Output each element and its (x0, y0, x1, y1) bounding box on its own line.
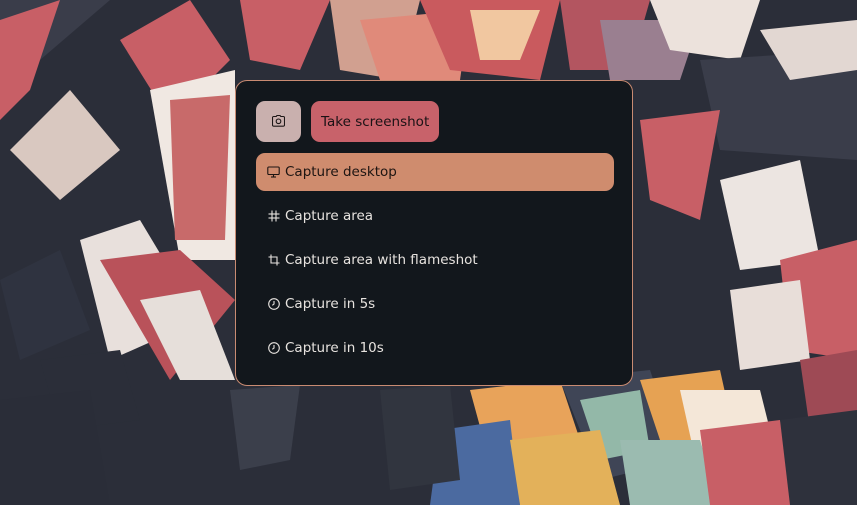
menu-header: Take screenshot (256, 101, 440, 142)
menu-item-label: Capture in 10s (285, 340, 384, 356)
capture-area-item[interactable]: Capture area (256, 197, 614, 235)
monitor-icon (267, 166, 280, 179)
capture-desktop-item[interactable]: Capture desktop (256, 153, 614, 191)
capture-area-flameshot-item[interactable]: Capture area with flameshot (256, 241, 614, 279)
hash-icon (267, 210, 280, 223)
menu-item-label: Capture area with flameshot (285, 252, 478, 268)
clock-icon (267, 342, 280, 355)
camera-icon (271, 112, 286, 131)
capture-in-10s-item[interactable]: Capture in 10s (256, 329, 614, 367)
menu-item-label: Capture desktop (285, 164, 397, 180)
capture-options-list: Capture desktop Capture area Capture are… (256, 153, 614, 373)
take-screenshot-button[interactable]: Take screenshot (311, 101, 440, 142)
crop-icon (267, 254, 280, 267)
capture-in-5s-item[interactable]: Capture in 5s (256, 285, 614, 323)
camera-button[interactable] (256, 101, 301, 142)
take-screenshot-label: Take screenshot (321, 113, 430, 130)
menu-item-label: Capture in 5s (285, 296, 376, 312)
clock-icon (267, 298, 280, 311)
menu-item-label: Capture area (285, 208, 374, 224)
screenshot-menu-panel: Take screenshot Capture desktop Capture … (235, 80, 633, 386)
